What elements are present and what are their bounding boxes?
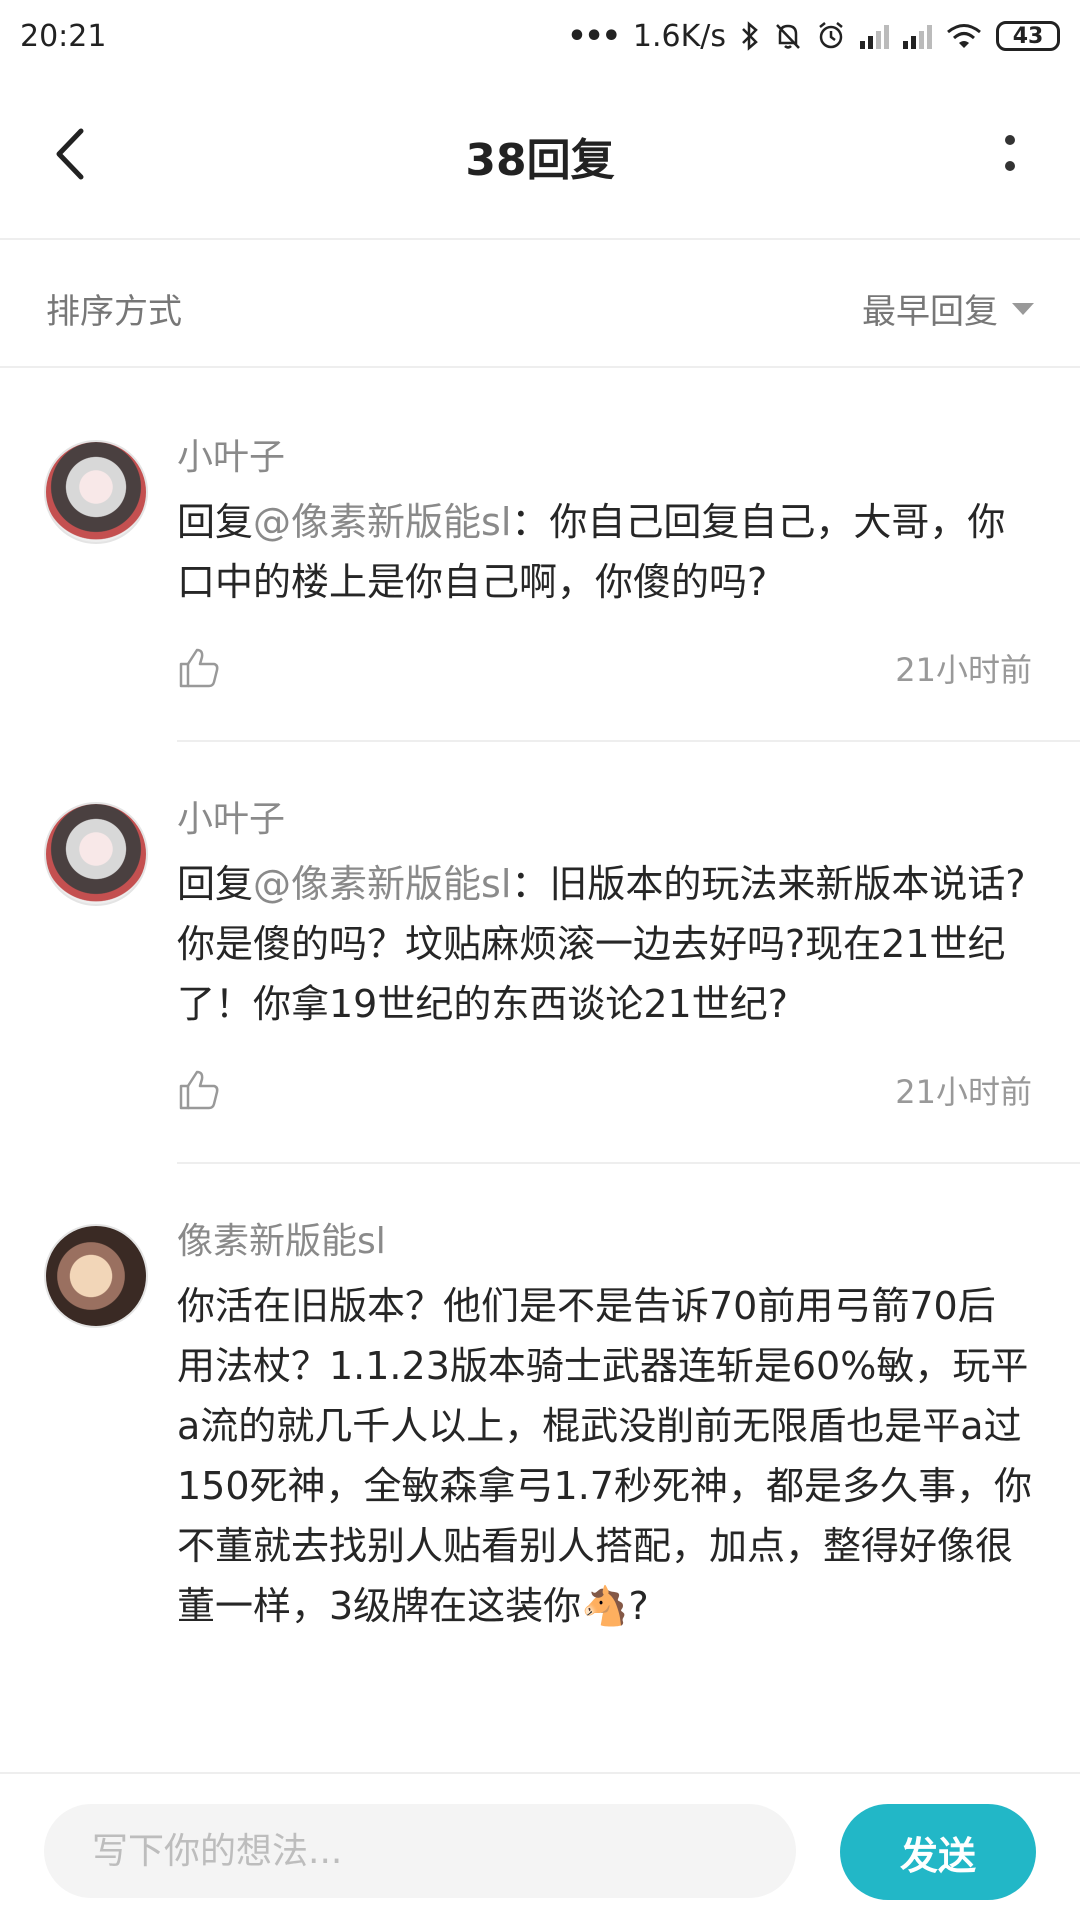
bluetooth-icon <box>742 21 758 51</box>
wifi-icon <box>947 24 981 48</box>
mention-link[interactable]: @像素新版能sl <box>253 862 511 906</box>
comment-text: 回复@像素新版能sl：旧版本的玩法来新版本说话?你是傻的吗？坟贴麻烦滚一边去好吗… <box>177 854 1032 1034</box>
mute-bell-icon <box>776 24 800 49</box>
comment-meta: 21小时前 <box>177 1060 1032 1120</box>
chevron-down-icon <box>1012 302 1034 315</box>
comment-input[interactable] <box>44 1804 796 1898</box>
comment-time: 21小时前 <box>895 651 1032 689</box>
comment-time: 21小时前 <box>895 1073 1032 1111</box>
thumbs-up-icon[interactable] <box>177 1068 221 1112</box>
reply-prefix: 回复 <box>177 500 254 544</box>
divider <box>177 1162 1080 1164</box>
username[interactable]: 像素新版能sl <box>177 1214 1032 1270</box>
composer-bar: 发送 <box>0 1772 1080 1920</box>
list-item: 小叶子 回复@像素新版能sl：旧版本的玩法来新版本说话?你是傻的吗？坟贴麻烦滚一… <box>0 792 1080 1120</box>
reply-prefix: 回复 <box>177 862 254 906</box>
status-bar: 20:21 ••• 1.6K/s 43 <box>0 0 1080 72</box>
thumbs-up-icon[interactable] <box>177 646 221 690</box>
status-time: 20:21 <box>20 18 107 54</box>
signal-icon <box>860 23 889 49</box>
sort-bar: 排序方式 最早回复 <box>0 240 1080 368</box>
comment-text: 你活在旧版本？他们是不是告诉70前用弓箭70后用法杖？1.1.23版本骑士武器连… <box>177 1276 1032 1636</box>
divider <box>177 740 1080 742</box>
dots-icon: ••• <box>567 18 621 54</box>
page-title: 38回复 <box>465 135 615 186</box>
sort-dropdown[interactable]: 最早回复 <box>862 284 1034 333</box>
battery-icon: 43 <box>996 21 1060 51</box>
avatar[interactable] <box>44 440 148 544</box>
reply-list[interactable]: 小叶子 回复@像素新版能sl：你自己回复自己，大哥，你口中的楼上是你自己啊，你傻… <box>0 370 1080 1770</box>
top-header: 38回复 <box>0 72 1080 240</box>
network-speed: 1.6K/s <box>632 18 726 54</box>
sort-selected-value: 最早回复 <box>862 292 998 332</box>
sort-label: 排序方式 <box>46 292 182 332</box>
comment-body: 你活在旧版本？他们是不是告诉70前用弓箭70后用法杖？1.1.23版本骑士武器连… <box>177 1284 1032 1628</box>
list-item: 小叶子 回复@像素新版能sl：你自己回复自己，大哥，你口中的楼上是你自己啊，你傻… <box>0 430 1080 698</box>
username[interactable]: 小叶子 <box>177 430 1032 486</box>
more-options-button[interactable] <box>980 124 1040 184</box>
username[interactable]: 小叶子 <box>177 792 1032 848</box>
list-item: 像素新版能sl 你活在旧版本？他们是不是告诉70前用弓箭70后用法杖？1.1.2… <box>0 1214 1080 1636</box>
mention-link[interactable]: @像素新版能sl <box>253 500 511 544</box>
comment-text: 回复@像素新版能sl：你自己回复自己，大哥，你口中的楼上是你自己啊，你傻的吗? <box>177 492 1032 612</box>
send-button[interactable]: 发送 <box>840 1804 1036 1900</box>
signal-icon <box>903 23 932 49</box>
more-vertical-icon <box>1005 135 1015 171</box>
alarm-icon <box>819 22 843 49</box>
avatar[interactable] <box>44 1224 148 1328</box>
status-icons: ••• 1.6K/s 43 <box>567 19 1060 54</box>
comment-meta: 21小时前 <box>177 638 1032 698</box>
avatar[interactable] <box>44 802 148 906</box>
